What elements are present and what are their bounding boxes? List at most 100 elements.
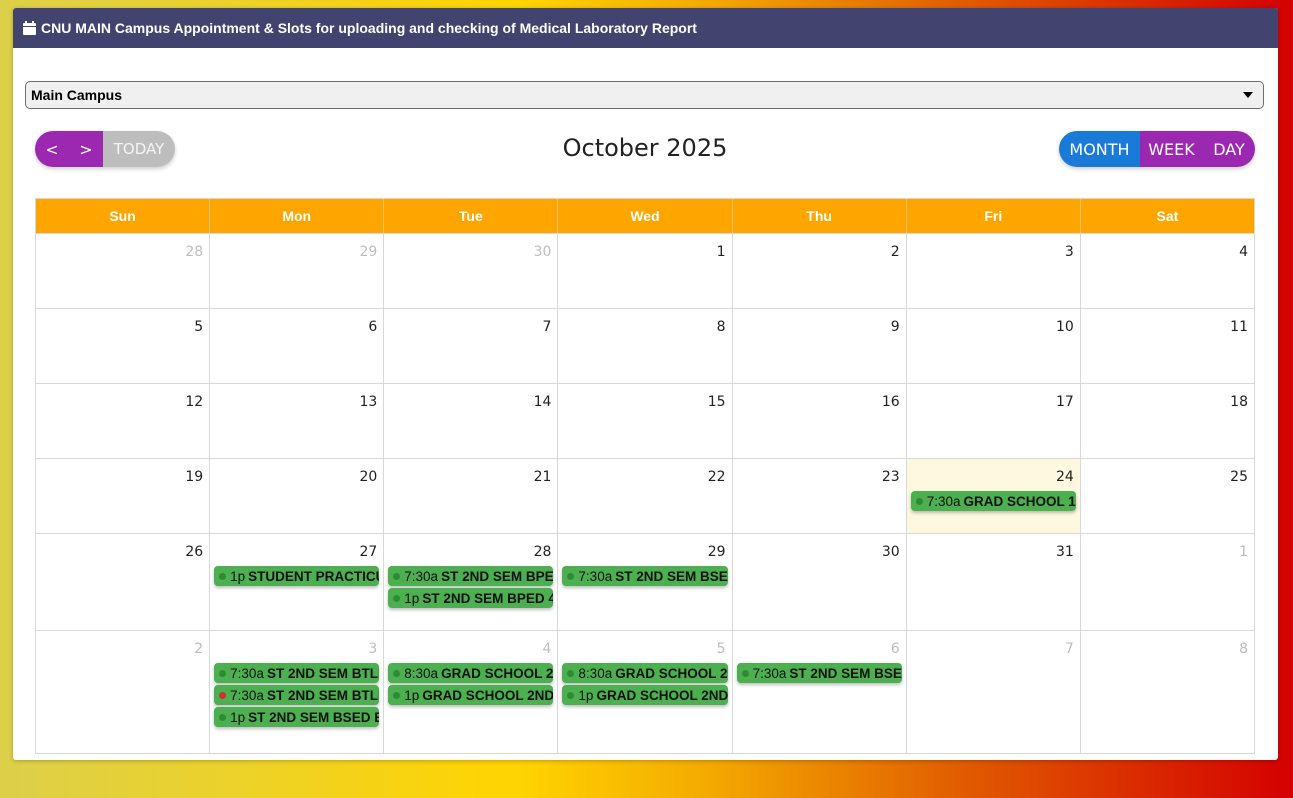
day-number[interactable]: 19 <box>185 469 203 485</box>
day-cell[interactable]: 6 <box>210 309 385 383</box>
day-cell[interactable]: 27 1p STUDENT PRACTICU <box>210 534 385 630</box>
day-cell[interactable]: 28 <box>36 234 211 308</box>
day-cell[interactable]: 6 7:30a ST 2ND SEM BSED <box>733 631 907 753</box>
calendar-event[interactable]: 1p STUDENT PRACTICU <box>214 566 380 586</box>
day-cell[interactable]: 9 <box>733 309 907 383</box>
day-number[interactable]: 4 <box>1239 244 1248 260</box>
day-number[interactable]: 3 <box>1065 244 1074 260</box>
day-view-button[interactable]: DAY <box>1203 131 1255 167</box>
day-cell[interactable]: 25 <box>1081 459 1254 533</box>
calendar-event[interactable]: 1p GRAD SCHOOL 2ND <box>562 685 728 705</box>
day-number[interactable]: 23 <box>882 469 900 485</box>
day-number[interactable]: 20 <box>359 469 377 485</box>
calendar-event[interactable]: 8:30a GRAD SCHOOL 2N <box>562 663 728 683</box>
day-cell[interactable]: 1 <box>558 234 733 308</box>
day-number[interactable]: 2 <box>194 641 203 657</box>
day-number[interactable]: 3 <box>368 641 377 657</box>
day-number[interactable]: 11 <box>1230 319 1248 335</box>
day-number[interactable]: 12 <box>185 394 203 410</box>
calendar-event[interactable]: 7:30a ST 2ND SEM BSED <box>736 663 902 683</box>
calendar-event[interactable]: 7:30a ST 2ND SEM BTLE <box>214 663 380 683</box>
day-number[interactable]: 24 <box>1056 469 1074 485</box>
day-cell[interactable]: 5 <box>36 309 211 383</box>
day-cell[interactable]: 28 7:30a ST 2ND SEM BPED 1p ST 2ND SEM BPED … <box>384 534 559 630</box>
day-cell[interactable]: 23 <box>733 459 907 533</box>
day-cell[interactable]: 20 <box>210 459 385 533</box>
calendar-event[interactable]: 1p ST 2ND SEM BSED EI <box>214 707 380 727</box>
day-number[interactable]: 9 <box>891 319 900 335</box>
day-cell[interactable]: 8 <box>558 309 733 383</box>
day-number[interactable]: 6 <box>891 641 900 657</box>
day-number[interactable]: 8 <box>1239 641 1248 657</box>
day-number[interactable]: 15 <box>708 394 726 410</box>
calendar-event[interactable]: 7:30a GRAD SCHOOL 1S <box>910 491 1076 511</box>
day-cell[interactable]: 22 <box>558 459 733 533</box>
day-number[interactable]: 14 <box>534 394 552 410</box>
day-cell[interactable]: 15 <box>558 384 733 458</box>
day-number[interactable]: 26 <box>185 544 203 560</box>
day-cell[interactable]: 5 8:30a GRAD SCHOOL 2N 1p GRAD SCHOOL 2ND <box>558 631 733 753</box>
day-cell[interactable]: 1 <box>1081 534 1254 630</box>
day-cell[interactable]: 30 <box>733 534 907 630</box>
day-number[interactable]: 5 <box>194 319 203 335</box>
day-cell[interactable]: 24 7:30a GRAD SCHOOL 1S <box>906 459 1081 533</box>
day-cell[interactable]: 12 <box>36 384 211 458</box>
day-cell[interactable]: 26 <box>36 534 211 630</box>
day-cell[interactable]: 30 <box>384 234 559 308</box>
day-number[interactable]: 5 <box>717 641 726 657</box>
day-cell[interactable]: 7 <box>384 309 559 383</box>
day-cell[interactable]: 18 <box>1081 384 1254 458</box>
calendar-event[interactable]: 1p ST 2ND SEM BPED 4 <box>388 588 554 608</box>
day-number[interactable]: 8 <box>717 319 726 335</box>
day-cell[interactable]: 2 <box>36 631 211 753</box>
day-number[interactable]: 1 <box>717 244 726 260</box>
day-cell[interactable]: 13 <box>210 384 385 458</box>
day-cell[interactable]: 14 <box>384 384 559 458</box>
day-number[interactable]: 29 <box>708 544 726 560</box>
day-number[interactable]: 28 <box>185 244 203 260</box>
day-cell[interactable]: 10 <box>907 309 1081 383</box>
day-cell[interactable]: 4 <box>1081 234 1254 308</box>
day-number[interactable]: 17 <box>1056 394 1074 410</box>
day-cell[interactable]: 29 7:30a ST 2ND SEM BSED <box>558 534 733 630</box>
day-cell[interactable]: 11 <box>1081 309 1254 383</box>
day-number[interactable]: 7 <box>1065 641 1074 657</box>
day-number[interactable]: 29 <box>359 244 377 260</box>
day-number[interactable]: 13 <box>359 394 377 410</box>
campus-select[interactable]: Main Campus <box>25 81 1264 109</box>
day-number[interactable]: 6 <box>368 319 377 335</box>
day-number[interactable]: 21 <box>534 469 552 485</box>
calendar-event[interactable]: 1p GRAD SCHOOL 2ND <box>388 685 554 705</box>
day-cell[interactable]: 21 <box>384 459 559 533</box>
day-cell[interactable]: 7 <box>907 631 1081 753</box>
day-number[interactable]: 2 <box>891 244 900 260</box>
day-number[interactable]: 28 <box>534 544 552 560</box>
day-cell[interactable]: 2 <box>733 234 907 308</box>
calendar-event[interactable]: 7:30a ST 2ND SEM BSED <box>562 566 728 586</box>
day-number[interactable]: 18 <box>1230 394 1248 410</box>
day-cell[interactable]: 19 <box>36 459 211 533</box>
day-cell[interactable]: 29 <box>210 234 385 308</box>
day-number[interactable]: 30 <box>882 544 900 560</box>
day-number[interactable]: 22 <box>708 469 726 485</box>
day-number[interactable]: 31 <box>1056 544 1074 560</box>
day-cell[interactable]: 17 <box>907 384 1081 458</box>
day-number[interactable]: 25 <box>1230 469 1248 485</box>
day-cell[interactable]: 16 <box>733 384 907 458</box>
calendar-event[interactable]: 8:30a GRAD SCHOOL 2N <box>388 663 554 683</box>
calendar-event[interactable]: 7:30a ST 2ND SEM BTLE <box>214 685 380 705</box>
calendar-event[interactable]: 7:30a ST 2ND SEM BPED <box>388 566 554 586</box>
day-number[interactable]: 10 <box>1056 319 1074 335</box>
day-number[interactable]: 16 <box>882 394 900 410</box>
day-cell[interactable]: 8 <box>1081 631 1254 753</box>
day-cell[interactable]: 31 <box>907 534 1081 630</box>
day-cell[interactable]: 3 7:30a ST 2ND SEM BTLE 7:30a ST 2ND SEM BTL… <box>210 631 385 753</box>
week-view-button[interactable]: WEEK <box>1140 131 1203 167</box>
day-number[interactable]: 27 <box>359 544 377 560</box>
day-number[interactable]: 4 <box>543 641 552 657</box>
day-number[interactable]: 1 <box>1239 544 1248 560</box>
month-view-button[interactable]: MONTH <box>1059 131 1140 167</box>
day-cell[interactable]: 4 8:30a GRAD SCHOOL 2N 1p GRAD SCHOOL 2ND <box>384 631 559 753</box>
day-cell[interactable]: 3 <box>907 234 1081 308</box>
day-number[interactable]: 7 <box>543 319 552 335</box>
